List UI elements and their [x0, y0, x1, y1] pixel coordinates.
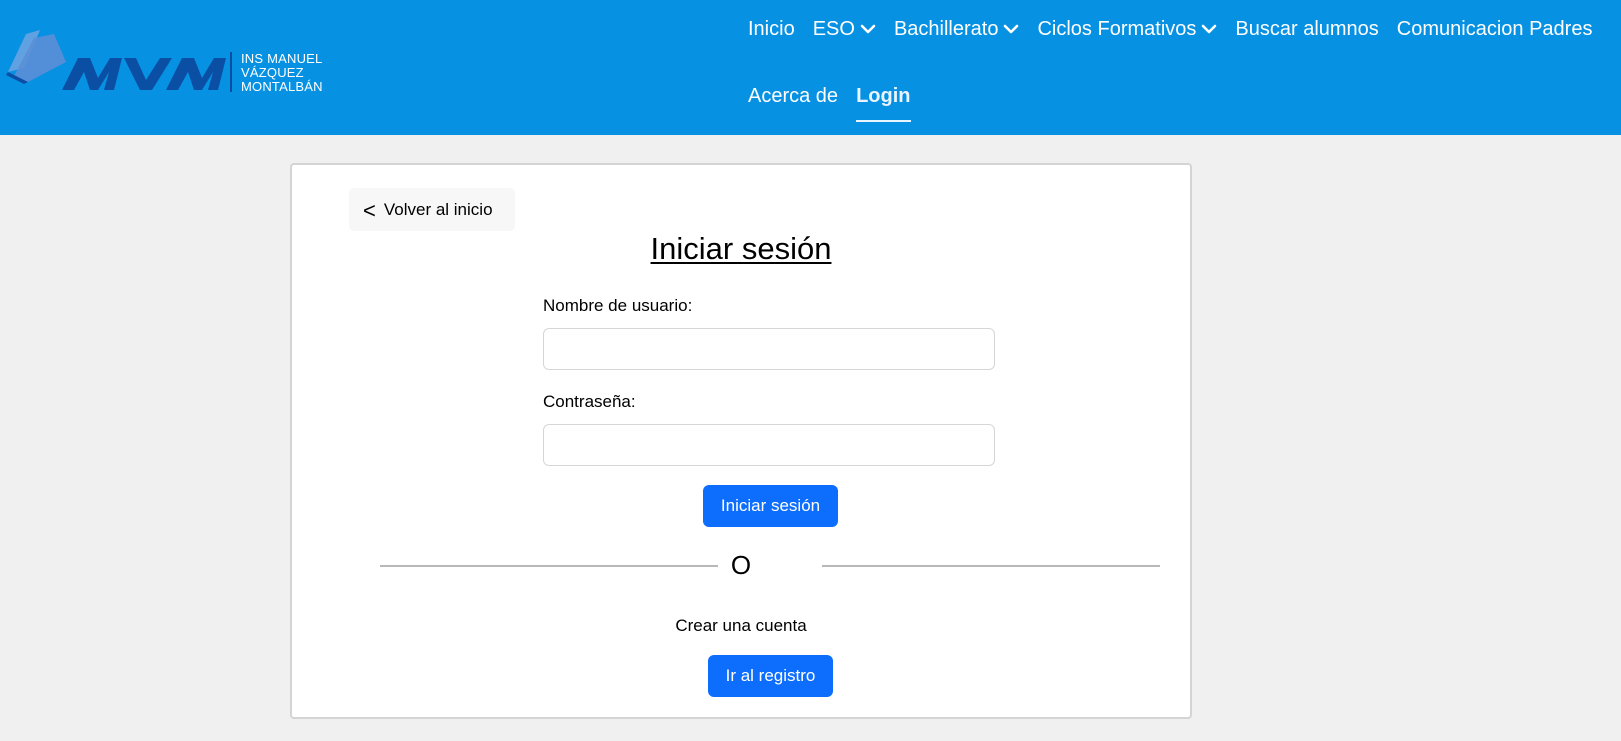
back-to-home-button[interactable]: < Volver al inicio — [349, 188, 515, 231]
nav-item-eso[interactable]: ESO — [813, 18, 876, 41]
page-title: Iniciar sesión — [650, 231, 832, 266]
username-label: Nombre de usuario: — [543, 296, 693, 315]
login-submit-button[interactable]: Iniciar sesión — [703, 485, 838, 527]
password-input[interactable] — [543, 424, 995, 466]
nav-secondary-row: Acerca de Login — [748, 82, 929, 122]
nav-item-label: Inicio — [748, 17, 795, 40]
nav-item-label: Bachillerato — [893, 17, 999, 40]
nav-item-label: Acerca de — [748, 84, 839, 107]
nav-item-buscar-alumnos[interactable]: Buscar alumnos — [1235, 18, 1378, 41]
password-label: Contraseña: — [543, 392, 636, 411]
nav-item-label: ESO — [812, 17, 855, 40]
create-account-text: Crear una cuenta — [675, 616, 807, 635]
chevron-down-icon — [1202, 24, 1217, 34]
logo-school-name: INS MANUEL VÁZQUEZ MONTALBÁN — [241, 52, 323, 94]
chevron-down-icon — [1004, 24, 1019, 34]
logo-line-3: MONTALBÁN — [241, 79, 323, 94]
logo-line-2: VÁZQUEZ — [241, 65, 304, 80]
mvm-logo-icon — [6, 30, 232, 92]
nav-primary-row: Inicio ESO Bachillerato Ciclos Formativo… — [748, 15, 1610, 43]
back-button-label: Volver al inicio — [383, 199, 493, 219]
school-logo[interactable]: INS MANUEL VÁZQUEZ MONTALBÁN — [6, 28, 324, 100]
username-input[interactable] — [543, 328, 995, 370]
nav-item-ciclos-formativos[interactable]: Ciclos Formativos — [1037, 18, 1217, 41]
go-to-register-button[interactable]: Ir al registro — [708, 655, 833, 697]
nav-item-acerca-de[interactable]: Acerca de — [748, 85, 838, 108]
nav-item-label: Comunicacion Padres — [1396, 17, 1593, 40]
chevron-down-icon — [860, 24, 876, 34]
nav-item-bachillerato[interactable]: Bachillerato — [894, 18, 1020, 41]
login-card: < Volver al inicio Iniciar sesión Nombre… — [290, 163, 1192, 719]
nav-item-comunicacion-padres[interactable]: Comunicacion Padres — [1397, 18, 1593, 41]
nav-item-login[interactable]: Login — [856, 84, 911, 122]
divider-text: O — [730, 550, 752, 580]
nav-item-label: Login — [856, 84, 911, 107]
logo-line-1: INS MANUEL — [241, 51, 323, 66]
navbar: INS MANUEL VÁZQUEZ MONTALBÁN Inicio ESO … — [0, 0, 1621, 135]
nav-item-label: Buscar alumnos — [1235, 17, 1379, 40]
chevron-left-icon: < — [363, 197, 376, 223]
nav-item-label: Ciclos Formativos — [1037, 17, 1197, 40]
nav-item-inicio[interactable]: Inicio — [748, 18, 795, 41]
